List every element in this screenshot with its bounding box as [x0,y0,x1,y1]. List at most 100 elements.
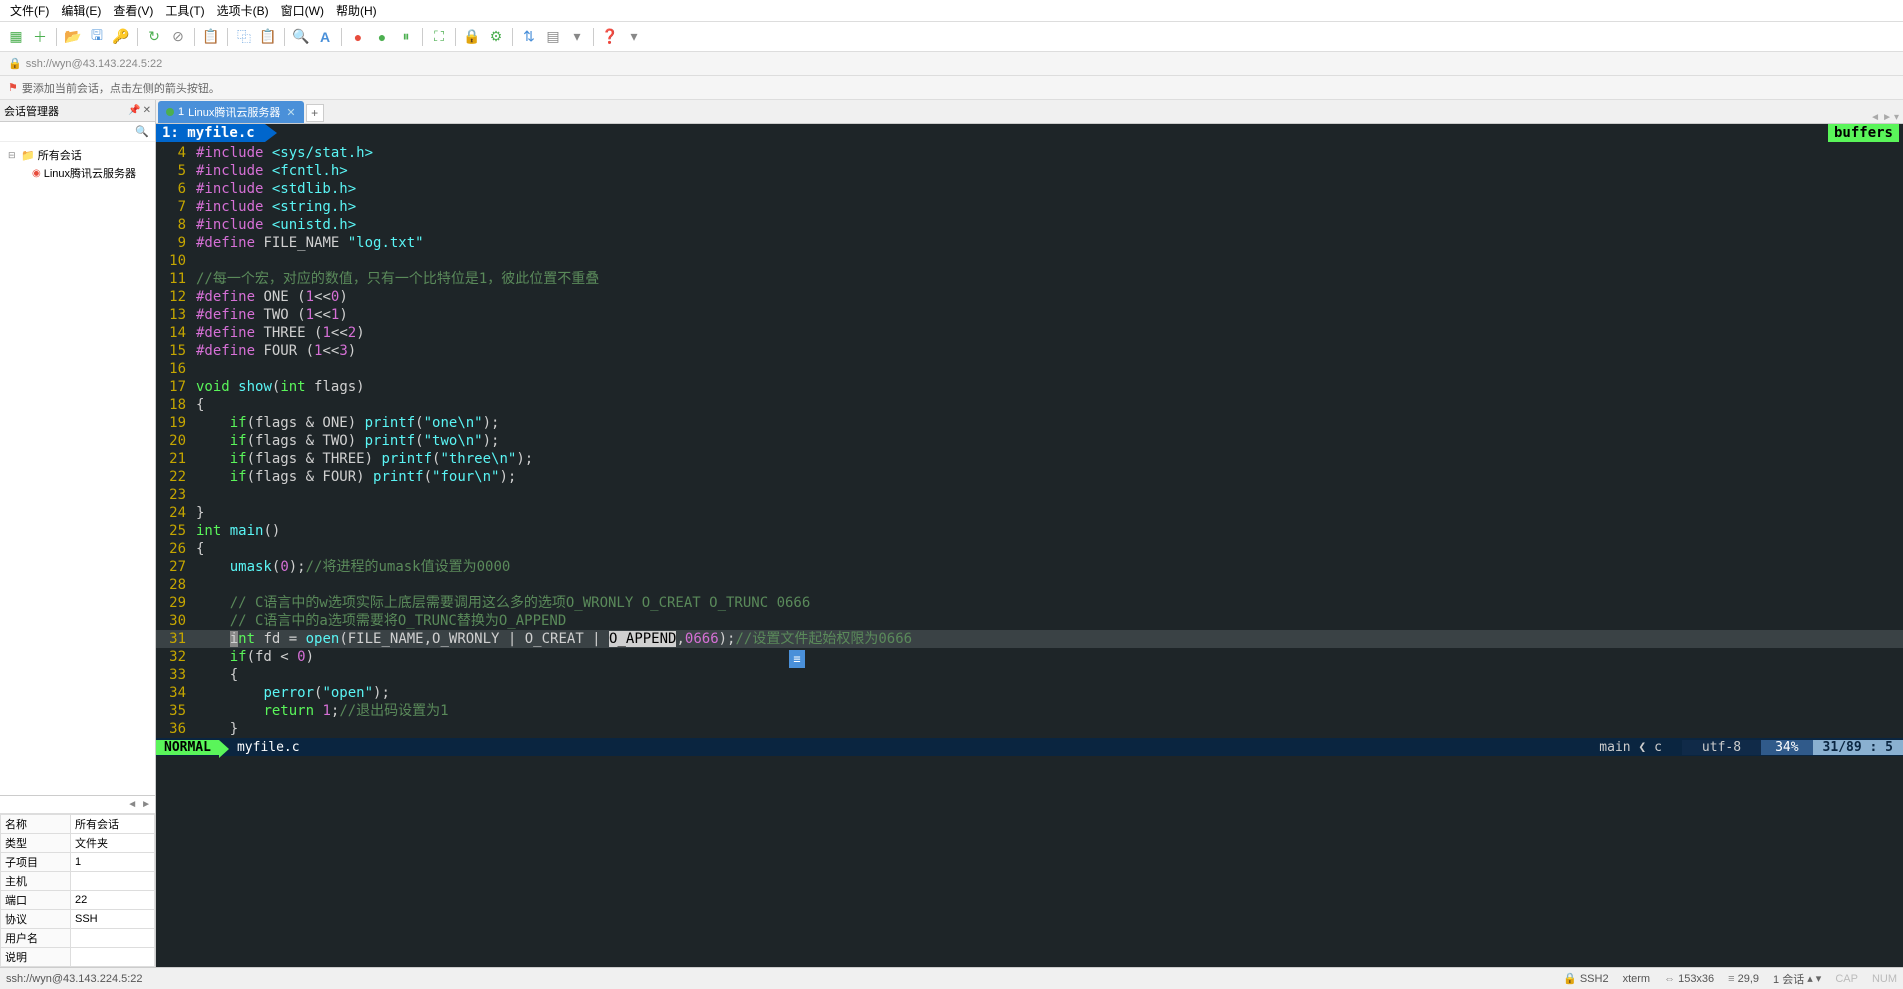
prev-icon[interactable]: ◄ [127,799,137,810]
folder-icon: 📁 [21,149,35,162]
paste-icon[interactable]: 📋 [258,27,278,47]
code-line: 8#include <unistd.h> [156,216,1903,234]
record-icon[interactable]: ● [348,27,368,47]
menu-item[interactable]: 帮助(H) [330,0,383,21]
vim-buffer-tab: 1: myfile.c [156,124,265,142]
tab-next-icon[interactable]: ► [1882,112,1892,123]
code-line: 12#define ONE (1<<0) [156,288,1903,306]
copy-icon[interactable]: ⿻ [234,27,254,47]
terminal[interactable]: 1: myfile.c buffers 4#include <sys/stat.… [156,124,1903,967]
prop-icon[interactable]: 📋 [201,27,221,47]
code-line: 33 { [156,666,1903,684]
code-area: 4#include <sys/stat.h>5#include <fcntl.h… [156,124,1903,738]
session-tab[interactable]: 1 Linux腾讯云服务器 ✕ [158,101,304,123]
session-manager-panel: 会话管理器 📌 ✕ 🔍 ⊟ 📁 所有会话 ◉ Linux腾讯云服务器 ◄ ► [0,100,156,967]
dropdown-icon[interactable]: ▾ [567,27,587,47]
code-line: 16 [156,360,1903,378]
find-icon[interactable]: 🔍 [291,27,311,47]
code-line: 27 umask(0);//将进程的umask值设置为0000 [156,558,1903,576]
tab-label: Linux腾讯云服务器 [188,104,280,120]
code-line: 36 } [156,720,1903,738]
props-row: 端口22 [1,891,155,910]
props-row: 类型文件夹 [1,834,155,853]
code-line: 20 if(flags & TWO) printf("two\n"); [156,432,1903,450]
flag-icon: ⚑ [8,81,18,94]
reconnect-icon[interactable]: ↻ [144,27,164,47]
menu-item[interactable]: 窗口(W) [275,0,330,21]
code-line: 23 [156,486,1903,504]
toolbar: ▦ ＋ 📂 🖫 🔑 ↻ ⊘ 📋 ⿻ 📋 🔍 A ● ● ⏸ ⛶ 🔒 ⚙ ⇅ ▤ … [0,22,1903,52]
settings-icon[interactable]: ⚙ [486,27,506,47]
code-line: 25int main() [156,522,1903,540]
statusbar-pos: ≡29,9 [1728,973,1759,985]
statusbar-session[interactable]: 1 会话 ▴ ▾ [1773,971,1821,987]
statusbar-ssh: 🔒SSH2 [1563,972,1608,985]
tree-root-label: 所有会话 [38,147,82,163]
address-bar[interactable]: 🔒 ssh://wyn@43.143.224.5:22 [0,52,1903,76]
props-table: 名称所有会话类型文件夹子项目1主机端口22协议SSH用户名说明 [0,814,155,967]
code-line: 7#include <string.h> [156,198,1903,216]
vim-position: 31/89 : 5 [1813,740,1903,755]
menu-item[interactable]: 工具(T) [159,0,210,21]
font-icon[interactable]: A [315,27,335,47]
tab-menu-icon[interactable]: ▾ [1894,112,1899,123]
vim-filename: myfile.c [219,740,1599,755]
new-icon[interactable]: ＋ [30,27,50,47]
code-line: 11//每一个宏，对应的数值，只有一个比特位是1，彼此位置不重叠 [156,270,1903,288]
lock-icon[interactable]: 🔒 [462,27,482,47]
tab-num: 1 [178,106,184,118]
fullscreen-icon[interactable]: ⛶ [429,27,449,47]
vim-mode: NORMAL [156,740,219,755]
code-line: 4#include <sys/stat.h> [156,144,1903,162]
close-panel-icon[interactable]: ✕ [143,105,151,116]
menubar: 文件(F)编辑(E)查看(V)工具(T)选项卡(B)窗口(W)帮助(H) [0,0,1903,22]
arrange-icon[interactable]: ▤ [543,27,563,47]
code-line: 28 [156,576,1903,594]
code-line: 26{ [156,540,1903,558]
pin-icon[interactable]: 📌 [128,105,140,116]
sidebar-title: 会话管理器 [4,103,59,119]
tree-session[interactable]: ◉ Linux腾讯云服务器 [4,164,151,182]
session-icon: ◉ [32,168,41,179]
code-line: 9#define FILE_NAME "log.txt" [156,234,1903,252]
key-icon[interactable]: 🔑 [111,27,131,47]
vim-encoding: utf-8 [1682,740,1761,755]
dropdown2-icon[interactable]: ▾ [624,27,644,47]
record-stop-icon[interactable]: ● [372,27,392,47]
props-row: 名称所有会话 [1,815,155,834]
props-nav: ◄ ► [0,796,155,814]
disconnect-icon[interactable]: ⊘ [168,27,188,47]
app-statusbar: ssh://wyn@43.143.224.5:22 🔒SSH2 xterm ⇔1… [0,967,1903,989]
open-icon[interactable]: 📂 [63,27,83,47]
menu-item[interactable]: 文件(F) [4,0,55,21]
statusbar-num: NUM [1872,973,1897,985]
tab-prev-icon[interactable]: ◄ [1870,112,1880,123]
properties-panel: ◄ ► 名称所有会话类型文件夹子项目1主机端口22协议SSH用户名说明 [0,795,155,967]
menu-item[interactable]: 选项卡(B) [211,0,275,21]
menu-item[interactable]: 编辑(E) [55,0,107,21]
help-icon[interactable]: ❓ [600,27,620,47]
sidebar-search[interactable]: 🔍 [0,122,155,142]
vim-percent: 34% [1761,740,1812,755]
new-session-icon[interactable]: ▦ [6,27,26,47]
collapse-icon[interactable]: ⊟ [8,150,18,161]
code-line: 14#define THREE (1<<2) [156,324,1903,342]
tab-bar: 1 Linux腾讯云服务器 ✕ + ◄ ► ▾ [156,100,1903,124]
code-line: 30 // C语言中的a选项需要将O_TRUNC替换为O_APPEND [156,612,1903,630]
address-text: ssh://wyn@43.143.224.5:22 [26,58,163,70]
next-icon[interactable]: ► [141,799,151,810]
save-icon[interactable]: 🖫 [87,27,107,47]
code-line: 29 // C语言中的w选项实际上底层需要调用这么多的选项O_WRONLY O_… [156,594,1903,612]
code-line: 24} [156,504,1903,522]
props-row: 用户名 [1,929,155,948]
props-row: 子项目1 [1,853,155,872]
props-row: 说明 [1,948,155,967]
transfer-icon[interactable]: ⇅ [519,27,539,47]
record-pause-icon[interactable]: ⏸ [396,27,416,47]
menu-item[interactable]: 查看(V) [107,0,159,21]
sidebar-header: 会话管理器 📌 ✕ [0,100,155,122]
add-tab-button[interactable]: + [306,104,324,122]
tab-close-icon[interactable]: ✕ [286,106,295,119]
tree-root[interactable]: ⊟ 📁 所有会话 [4,146,151,164]
connected-icon [166,108,174,116]
